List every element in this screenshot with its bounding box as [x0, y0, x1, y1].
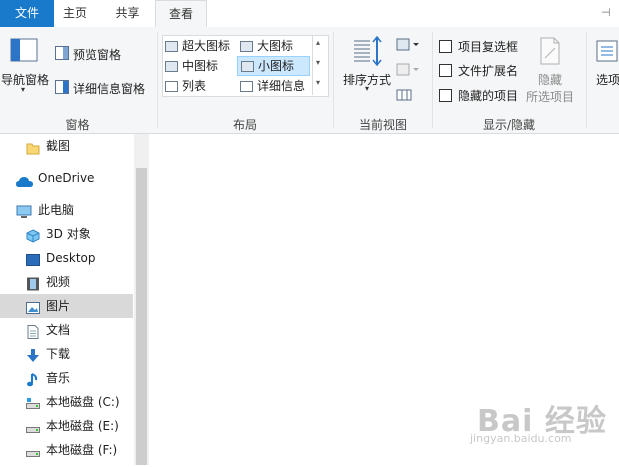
drive-icon [26, 443, 40, 457]
chevron-down-icon[interactable]: ▾ [365, 84, 369, 93]
preview-pane-icon [55, 46, 69, 60]
preview-pane-button[interactable]: 预览窗格 [73, 46, 121, 63]
nav-item-videos[interactable]: 视频 [0, 270, 133, 294]
hide-selected-line1[interactable]: 隐藏 [538, 71, 562, 88]
hide-selected-line2[interactable]: 所选项目 [526, 88, 574, 105]
group-divider [157, 32, 158, 128]
layout-list[interactable]: 列表 [165, 77, 206, 95]
tab-home[interactable]: 主页 [58, 0, 92, 27]
item-checkboxes-label[interactable]: 项目复选框 [458, 38, 518, 55]
details-icon [240, 81, 253, 92]
download-icon [26, 347, 40, 362]
sort-by-icon [352, 35, 382, 67]
cloud-icon [16, 172, 33, 187]
layout-large-icons[interactable]: 大图标 [240, 37, 293, 55]
pin-ribbon-icon[interactable]: ⊣ [601, 6, 615, 19]
medium-icons-icon [165, 61, 178, 72]
group-divider [586, 32, 587, 128]
options-icon [596, 40, 618, 62]
small-icons-icon [241, 61, 254, 72]
hidden-items-label[interactable]: 隐藏的项目 [458, 87, 518, 104]
tab-view[interactable]: 查看 [155, 0, 207, 27]
chevron-down-icon[interactable]: ▾ [21, 85, 25, 94]
nav-item-3d-objects[interactable]: 3D 对象 [0, 222, 133, 246]
tab-file[interactable]: 文件 [0, 0, 54, 27]
details-pane-button[interactable]: 详细信息窗格 [73, 80, 145, 97]
group-by-icon[interactable] [396, 38, 420, 52]
options-button[interactable]: 选项 [596, 71, 619, 88]
watermark-url: jingyan.baidu.com [470, 432, 572, 445]
desktop-icon [26, 251, 40, 266]
nav-item-pictures[interactable]: 图片 [0, 294, 133, 318]
documents-icon [26, 323, 40, 339]
group-divider [432, 32, 433, 128]
nav-item-drive-f[interactable]: 本地磁盘 (F:) [0, 438, 133, 462]
hidden-items-checkbox[interactable] [439, 89, 452, 102]
layout-medium-icons[interactable]: 中图标 [165, 57, 218, 75]
size-columns-icon[interactable] [396, 87, 412, 103]
nav-item-screenshots[interactable]: 截图 [0, 134, 133, 158]
layout-small-icons[interactable]: 小图标 [237, 56, 310, 76]
nav-item-drive-e[interactable]: 本地磁盘 (E:) [0, 414, 133, 438]
nav-item-desktop[interactable]: Desktop [0, 246, 133, 270]
nav-item-downloads[interactable]: 下载 [0, 342, 133, 366]
hide-selected-items-icon [538, 36, 562, 66]
current-view-group-label: 当前视图 [358, 118, 407, 132]
layout-extra-large-icons[interactable]: 超大图标 [165, 37, 230, 55]
nav-item-drive-c[interactable]: 本地磁盘 (C:) [0, 390, 133, 414]
scroll-up-icon[interactable]: ▴ [316, 38, 320, 47]
music-icon [26, 371, 40, 387]
video-icon [26, 275, 40, 291]
computer-icon [16, 203, 32, 218]
item-checkboxes-checkbox[interactable] [439, 40, 452, 53]
extra-large-icons-icon [165, 41, 178, 52]
3d-objects-icon [26, 227, 40, 243]
navigation-pane-icon [10, 38, 38, 64]
nav-item-music[interactable]: 音乐 [0, 366, 133, 390]
gallery-expand-icon[interactable]: ▾ [316, 78, 320, 87]
list-icon [165, 81, 178, 92]
scroll-down-icon[interactable]: ▾ [316, 58, 320, 67]
navigation-scrollbar-thumb[interactable] [136, 168, 147, 465]
file-extensions-checkbox[interactable] [439, 64, 452, 77]
pictures-icon [26, 299, 40, 314]
layout-group-label: 布局 [232, 118, 257, 132]
nav-item-this-pc[interactable]: 此电脑 [0, 198, 133, 222]
group-divider [333, 32, 334, 128]
tab-share[interactable]: 共享 [109, 0, 146, 27]
add-columns-icon [396, 63, 420, 77]
folder-icon [26, 139, 40, 155]
drive-icon [26, 419, 40, 433]
large-icons-icon [240, 41, 253, 52]
layout-details[interactable]: 详细信息 [240, 77, 305, 95]
file-extensions-label[interactable]: 文件扩展名 [458, 62, 518, 79]
details-pane-icon [55, 80, 69, 94]
pane-group-label: 窗格 [65, 118, 90, 132]
drive-icon [26, 395, 40, 409]
ribbon-tab-bar [0, 0, 619, 28]
show-hide-group-label: 显示/隐藏 [482, 118, 536, 132]
nav-item-documents[interactable]: 文档 [0, 318, 133, 342]
nav-item-onedrive[interactable]: OneDrive [0, 166, 133, 190]
